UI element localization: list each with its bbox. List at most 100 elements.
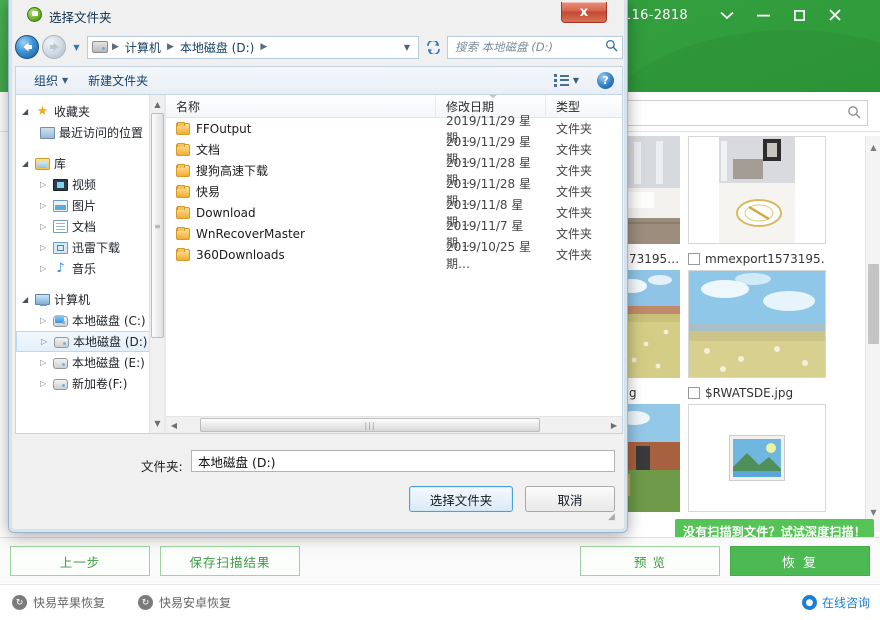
thumbnail-checkbox[interactable] bbox=[688, 253, 700, 265]
organize-menu[interactable]: 组织 ▼ bbox=[24, 70, 78, 92]
expander-closed-icon[interactable]: ▷ bbox=[40, 243, 49, 252]
refresh-icon[interactable] bbox=[422, 36, 444, 59]
thumbnail-item[interactable]: mmexport1573195… bbox=[688, 136, 826, 270]
minimize-icon[interactable] bbox=[750, 2, 776, 28]
save-scan-result-button[interactable]: 保存扫描结果 bbox=[160, 546, 300, 576]
tree-item-documents[interactable]: ▷ 文档 bbox=[16, 216, 164, 237]
file-name: 快易 bbox=[196, 183, 220, 200]
expander-closed-icon[interactable]: ▷ bbox=[40, 379, 49, 388]
table-row[interactable]: Download 2019/11/8 星期… 文件夹 bbox=[166, 202, 622, 223]
android-recovery-label: 快易安卓恢复 bbox=[159, 594, 231, 611]
expander-closed-icon[interactable]: ▷ bbox=[40, 222, 49, 231]
tree-item-disk-d[interactable]: ▷ 本地磁盘 (D:) bbox=[16, 331, 164, 352]
forward-arrow-icon[interactable] bbox=[42, 35, 66, 59]
dialog-title-bar[interactable]: 选择文件夹 x bbox=[9, 0, 629, 30]
tree-item-computer[interactable]: ◢ 计算机 bbox=[16, 289, 164, 310]
column-header-name[interactable]: 名称 bbox=[166, 95, 436, 118]
view-mode-button[interactable]: ▼ bbox=[544, 70, 589, 92]
table-row[interactable]: 搜狗高速下载 2019/11/28 星期… 文件夹 bbox=[166, 160, 622, 181]
thumbnail-image bbox=[688, 404, 826, 512]
new-folder-label: 新建文件夹 bbox=[88, 72, 148, 89]
dialog-search-input[interactable]: 搜索 本地磁盘 (D:) bbox=[447, 36, 623, 59]
expander-open-icon[interactable]: ◢ bbox=[22, 107, 31, 116]
thumbnail-item[interactable]: $RWATSDE.jpg bbox=[688, 270, 826, 404]
tree-item-recent-places[interactable]: 最近访问的位置 bbox=[16, 122, 164, 143]
download-icon bbox=[53, 242, 68, 254]
thumbnail-item[interactable] bbox=[688, 404, 826, 532]
table-row[interactable]: WnRecoverMaster 2019/11/7 星期… 文件夹 bbox=[166, 223, 622, 244]
expander-closed-icon[interactable]: ▷ bbox=[40, 180, 49, 189]
video-icon bbox=[53, 179, 68, 191]
tree-item-videos[interactable]: ▷ 视频 bbox=[16, 174, 164, 195]
file-list-horizontal-scrollbar[interactable]: ◀ ||| ▶ bbox=[166, 416, 622, 433]
maximize-icon[interactable] bbox=[786, 2, 812, 28]
help-icon[interactable]: ? bbox=[597, 72, 614, 89]
expander-closed-icon[interactable]: ▷ bbox=[40, 264, 49, 273]
scroll-up-icon[interactable]: ▲ bbox=[866, 140, 880, 155]
column-header-modified[interactable]: 修改日期 bbox=[436, 95, 546, 118]
chevron-down-icon[interactable]: ▼ bbox=[69, 36, 84, 58]
previous-step-button[interactable]: 上一步 bbox=[10, 546, 150, 576]
tree-item-music[interactable]: ▷ ♪ 音乐 bbox=[16, 258, 164, 279]
expander-closed-icon[interactable]: ▷ bbox=[40, 316, 49, 325]
tree-item-thunder-downloads[interactable]: ▷ 迅雷下载 bbox=[16, 237, 164, 258]
select-folder-button[interactable]: 选择文件夹 bbox=[409, 486, 513, 512]
breadcrumb-drive-d[interactable]: 本地磁盘 (D:) bbox=[178, 38, 256, 57]
expander-closed-icon[interactable]: ▷ bbox=[40, 358, 49, 367]
breadcrumb-computer[interactable]: 计算机 bbox=[123, 38, 163, 57]
picture-icon bbox=[53, 200, 68, 212]
close-icon[interactable]: x bbox=[561, 2, 607, 23]
library-icon bbox=[35, 158, 50, 170]
tree-item-libraries[interactable]: ◢ 库 bbox=[16, 153, 164, 174]
cancel-button[interactable]: 取消 bbox=[525, 486, 615, 512]
file-modified-cell: 2019/10/25 星期… bbox=[436, 238, 546, 272]
scrollbar-thumb[interactable] bbox=[868, 264, 879, 344]
table-row[interactable]: 文档 2019/11/29 星期… 文件夹 bbox=[166, 139, 622, 160]
column-header-type[interactable]: 类型 bbox=[546, 95, 621, 118]
tree-spacer bbox=[16, 279, 164, 289]
tree-label: 本地磁盘 (E:) bbox=[72, 354, 145, 371]
tree-item-disk-f[interactable]: ▷ 新加卷(F:) bbox=[16, 373, 164, 394]
thumbnail-scrollbar[interactable]: ▲ ▼ bbox=[865, 136, 880, 532]
list-view-icon bbox=[554, 74, 569, 87]
tree-item-disk-e[interactable]: ▷ 本地磁盘 (E:) bbox=[16, 352, 164, 373]
scroll-up-icon[interactable]: ▲ bbox=[150, 97, 164, 112]
address-bar[interactable]: ▶ 计算机 ▶ 本地磁盘 (D:) ▶ ▼ bbox=[87, 36, 419, 59]
resize-grip-icon[interactable]: ◢ bbox=[608, 513, 619, 524]
scrollbar-track[interactable]: ||| bbox=[182, 417, 606, 433]
tree-item-disk-c[interactable]: ▷ 本地磁盘 (C:) bbox=[16, 310, 164, 331]
chevron-down-icon[interactable] bbox=[714, 2, 740, 28]
scroll-down-icon[interactable]: ▼ bbox=[866, 505, 880, 520]
recover-button[interactable]: 恢 复 bbox=[730, 546, 870, 576]
chevron-down-icon[interactable]: ▼ bbox=[404, 43, 414, 52]
folder-path-input[interactable]: 本地磁盘 (D:) bbox=[191, 450, 615, 472]
ios-recovery-link[interactable]: ↻ 快易苹果恢复 bbox=[12, 594, 105, 611]
scrollbar-thumb[interactable]: ||| bbox=[200, 418, 540, 432]
thumbnail-checkbox[interactable] bbox=[688, 387, 700, 399]
android-recovery-link[interactable]: ↻ 快易安卓恢复 bbox=[138, 594, 231, 611]
scroll-right-icon[interactable]: ▶ bbox=[606, 417, 622, 433]
search-icon[interactable] bbox=[847, 105, 861, 122]
table-row[interactable]: 360Downloads 2019/10/25 星期… 文件夹 bbox=[166, 244, 622, 265]
table-row[interactable]: FFOutput 2019/11/29 星期… 文件夹 bbox=[166, 118, 622, 139]
scroll-left-icon[interactable]: ◀ bbox=[166, 417, 182, 433]
preview-button[interactable]: 预 览 bbox=[580, 546, 720, 576]
tree-item-pictures[interactable]: ▷ 图片 bbox=[16, 195, 164, 216]
table-row[interactable]: 快易 2019/11/28 星期… 文件夹 bbox=[166, 181, 622, 202]
music-icon: ♪ bbox=[53, 262, 68, 276]
expander-open-icon[interactable]: ◢ bbox=[22, 295, 31, 304]
search-icon[interactable] bbox=[605, 39, 618, 55]
tree-item-favorites[interactable]: ◢ ★ 收藏夹 bbox=[16, 101, 164, 122]
action-bar: 上一步 保存扫描结果 预 览 恢 复 bbox=[0, 537, 880, 583]
thumbnail-filename: $RWATSDE.jpg bbox=[705, 386, 793, 400]
file-type-cell: 文件夹 bbox=[546, 225, 621, 242]
expander-open-icon[interactable]: ◢ bbox=[22, 159, 31, 168]
scroll-down-icon[interactable]: ▼ bbox=[150, 416, 164, 431]
new-folder-button[interactable]: 新建文件夹 bbox=[78, 70, 158, 92]
navigation-pane-scrollbar[interactable]: ▲ ≡ ▼ bbox=[149, 95, 164, 433]
expander-closed-icon[interactable]: ▷ bbox=[40, 201, 49, 210]
expander-closed-icon[interactable]: ▷ bbox=[41, 337, 50, 346]
online-chat-link[interactable]: ● 在线咨询 bbox=[802, 594, 870, 611]
back-arrow-icon[interactable] bbox=[15, 35, 39, 59]
close-icon[interactable] bbox=[822, 2, 848, 28]
